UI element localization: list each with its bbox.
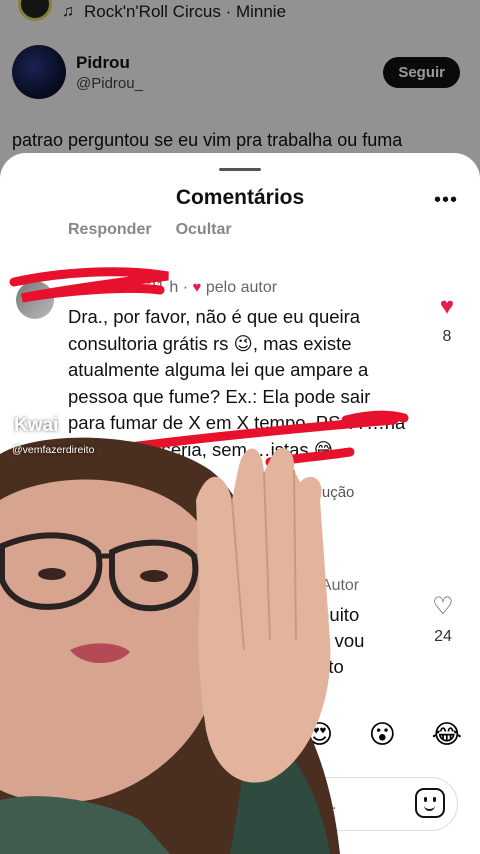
like-control[interactable]: ♡ 24: [428, 595, 458, 646]
translate-link[interactable]: tradução: [296, 484, 354, 501]
comments-sheet: Comentários ••• Responder Ocultar …ualad…: [0, 153, 480, 854]
comment-header: · Autor: [312, 577, 360, 594]
comment-body: muito a, vou leto: [314, 602, 434, 680]
comment-body: Dra., por favor, não é que eu queira con…: [68, 306, 406, 460]
comment-line: muito: [314, 604, 360, 625]
sheet-title: Comentários: [175, 186, 305, 209]
heart-filled-icon[interactable]: ♥: [434, 295, 460, 319]
emoji-surprised[interactable]: 😮: [369, 719, 396, 750]
reply-button[interactable]: Responder: [68, 221, 152, 239]
comment-avatar[interactable]: [16, 281, 54, 319]
comment-input[interactable]: o...: [296, 777, 458, 831]
comment-header: …ualadez 21 h · ♥ pelo autor: [68, 279, 277, 297]
previous-comment-actions: Responder Ocultar: [68, 221, 232, 239]
more-options-button[interactable]: •••: [434, 189, 458, 212]
kwai-watermark: Kwai: [14, 415, 59, 436]
like-count: 8: [442, 328, 452, 345]
watermark-handle: @vemfazerdireito: [12, 444, 95, 456]
sheet-grabber[interactable]: [219, 168, 261, 171]
author-liked-label: pelo autor: [205, 279, 278, 296]
author-heart-icon: ♥: [192, 279, 202, 296]
comment-author[interactable]: …ualadez: [68, 279, 143, 296]
screen: ♫ Rock'n'Roll Circus · Minnie Pidrou @Pi…: [0, 0, 480, 854]
emoji-heart-eyes[interactable]: 😍: [306, 719, 333, 750]
heart-outline-icon[interactable]: ♡: [428, 595, 458, 619]
like-control[interactable]: ♥ 8: [434, 295, 460, 346]
emoji-reaction-bar: 😍 😮 😂: [306, 719, 462, 750]
comment-separator: ·: [182, 279, 189, 296]
sticker-icon[interactable]: [415, 788, 445, 818]
comment-input-placeholder: o...: [313, 794, 337, 813]
emoji-laughing[interactable]: 😂: [432, 719, 462, 750]
comment-time: 21 h: [147, 279, 179, 296]
like-count: 24: [434, 628, 452, 645]
hide-button[interactable]: Ocultar: [176, 221, 232, 239]
comment-line: a, vou: [314, 630, 365, 651]
comment-line: leto: [314, 656, 344, 677]
